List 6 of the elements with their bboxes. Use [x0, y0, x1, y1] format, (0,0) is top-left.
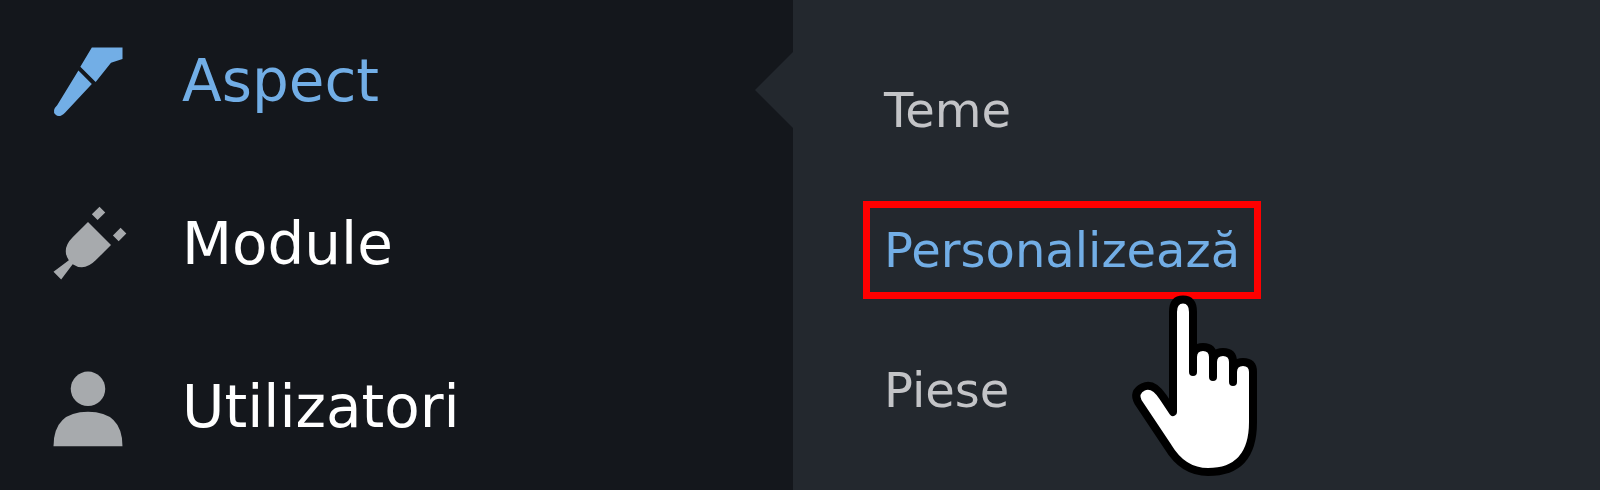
submenu-item[interactable]: Piese [863, 341, 1031, 439]
menu-item[interactable]: Utilizatori [182, 364, 460, 451]
menu-item[interactable]: Module [182, 201, 393, 288]
submenu-item[interactable]: Teme [863, 61, 1032, 159]
submenu-item[interactable]: Personalizează [863, 201, 1262, 299]
menu-item[interactable]: Aspect [182, 38, 380, 125]
